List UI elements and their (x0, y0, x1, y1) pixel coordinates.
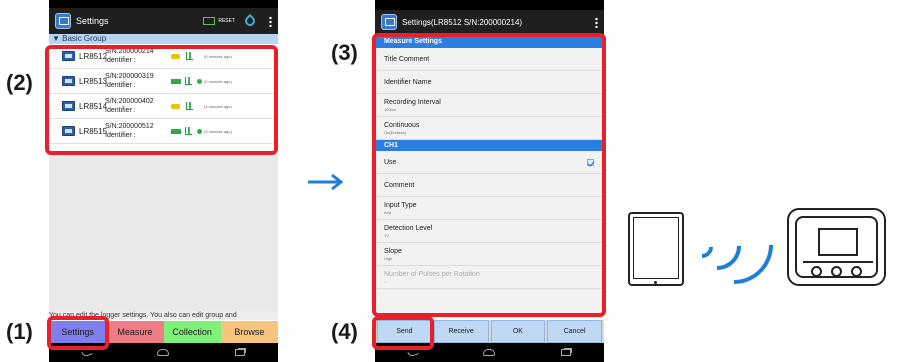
highlight-settings-tab (47, 316, 109, 350)
recent-icon[interactable] (561, 349, 572, 356)
reset-icon (203, 17, 216, 25)
recent-icon[interactable] (235, 349, 246, 356)
highlight-send-button (372, 316, 434, 350)
tablet-screen (633, 217, 679, 279)
status-bar (375, 0, 604, 10)
network-icon[interactable] (242, 13, 258, 29)
settings-app-icon (381, 14, 397, 30)
callout-4: (4) (331, 319, 358, 344)
tablet-icon (628, 212, 684, 286)
reset-label: RESET (218, 18, 235, 24)
highlight-device-list (45, 45, 278, 155)
tab-measure[interactable]: Measure (106, 321, 164, 343)
tablet-home-button (654, 281, 657, 284)
logger-button (831, 266, 842, 277)
callout-3: (3) (331, 40, 358, 65)
callout-1: (1) (6, 319, 33, 344)
screen-title: Settings(LR8512 S/N:200000214) (402, 17, 523, 27)
cancel-button[interactable]: Cancel (547, 320, 602, 343)
screen-title: Settings (76, 16, 109, 26)
tab-browse[interactable]: Browse (220, 321, 278, 343)
data-logger-icon (787, 208, 886, 286)
ok-button[interactable]: OK (490, 320, 546, 343)
settings-app-icon (55, 13, 71, 29)
group-header[interactable]: ▼ Basic Group (49, 34, 278, 44)
logger-display (818, 228, 858, 256)
home-icon[interactable] (483, 349, 496, 356)
tab-collection[interactable]: Collection (163, 321, 221, 343)
highlight-settings-list (372, 33, 606, 317)
logger-divider (803, 261, 873, 263)
wave-large (678, 189, 790, 301)
menu-icon[interactable] (595, 16, 598, 28)
reset-button[interactable]: RESET (203, 17, 235, 25)
home-icon[interactable] (157, 349, 170, 356)
status-bar (49, 0, 278, 8)
receive-button[interactable]: Receive (433, 320, 489, 343)
action-bar: Settings(LR8512 S/N:200000214) (375, 10, 604, 34)
logger-button (851, 266, 862, 277)
logger-button (811, 266, 822, 277)
empty-area (49, 155, 278, 317)
action-bar: Settings RESET (49, 8, 278, 34)
callout-2: (2) (6, 70, 33, 95)
arrow-right-icon (308, 173, 344, 191)
logger-body (795, 216, 878, 278)
menu-icon[interactable] (269, 15, 272, 27)
